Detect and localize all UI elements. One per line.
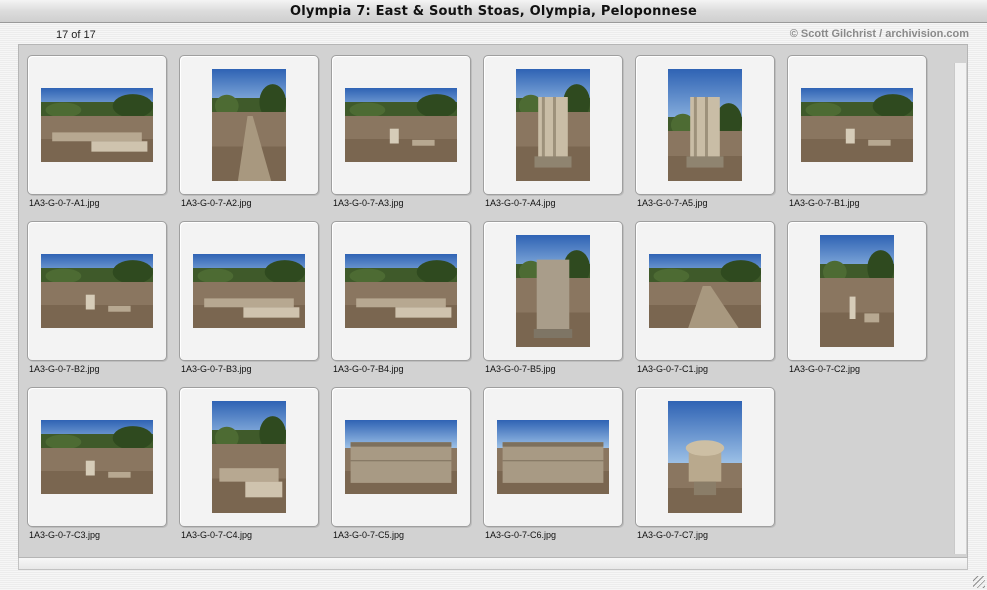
thumbnail-frame[interactable] — [179, 387, 319, 527]
thumbnail-item[interactable]: 1A3-G-0-7-A5.jpg — [629, 47, 781, 213]
thumbnail-item[interactable]: 1A3-G-0-7-C3.jpg — [21, 379, 173, 545]
thumbnail-panel: 1A3-G-0-7-A1.jpg 1A3-G-0-7-A2.jpg 1A3-G-0-… — [18, 44, 968, 558]
title-bar[interactable]: Olympia 7: East & South Stoas, Olympia, … — [0, 0, 987, 23]
thumbnail-image[interactable] — [820, 235, 894, 347]
thumbnail-filename: 1A3-G-0-7-C4.jpg — [181, 530, 253, 540]
thumbnail-image[interactable] — [516, 69, 590, 181]
thumbnail-item[interactable]: 1A3-G-0-7-B1.jpg — [781, 47, 933, 213]
thumbnail-item[interactable]: 1A3-G-0-7-B5.jpg — [477, 213, 629, 379]
thumbnail-frame[interactable] — [331, 221, 471, 361]
thumbnail-item[interactable]: 1A3-G-0-7-B3.jpg — [173, 213, 325, 379]
thumbnail-frame[interactable] — [483, 387, 623, 527]
thumbnail-filename: 1A3-G-0-7-A5.jpg — [637, 198, 708, 208]
thumbnail-item[interactable]: 1A3-G-0-7-A4.jpg — [477, 47, 629, 213]
thumbnail-frame[interactable] — [179, 55, 319, 195]
thumbnail-item[interactable]: 1A3-G-0-7-C1.jpg — [629, 213, 781, 379]
thumbnail-image[interactable] — [497, 420, 609, 494]
thumbnail-filename: 1A3-G-0-7-C5.jpg — [333, 530, 405, 540]
thumbnail-frame[interactable] — [27, 387, 167, 527]
thumbnail-frame[interactable] — [179, 221, 319, 361]
thumbnail-frame[interactable] — [483, 55, 623, 195]
thumbnail-image[interactable] — [41, 420, 153, 494]
window-title: Olympia 7: East & South Stoas, Olympia, … — [290, 4, 697, 19]
thumbnail-frame[interactable] — [483, 221, 623, 361]
image-counter: 17 of 17 — [56, 29, 96, 41]
copyright-notice: © Scott Gilchrist / archivision.com — [789, 28, 969, 40]
thumbnail-item[interactable]: 1A3-G-0-7-A1.jpg — [21, 47, 173, 213]
thumbnail-item[interactable]: 1A3-G-0-7-B4.jpg — [325, 213, 477, 379]
thumbnail-image[interactable] — [212, 401, 286, 513]
thumbnail-frame[interactable] — [331, 387, 471, 527]
thumbnail-item[interactable]: 1A3-G-0-7-A2.jpg — [173, 47, 325, 213]
thumbnail-image[interactable] — [212, 69, 286, 181]
thumbnail-frame[interactable] — [787, 221, 927, 361]
resize-grip-icon[interactable] — [973, 576, 985, 588]
thumbnail-item[interactable]: 1A3-G-0-7-C2.jpg — [781, 213, 933, 379]
thumbnail-frame[interactable] — [635, 387, 775, 527]
thumbnail-item[interactable]: 1A3-G-0-7-C4.jpg — [173, 379, 325, 545]
horizontal-scrollbar[interactable] — [18, 558, 968, 570]
thumbnail-frame[interactable] — [635, 55, 775, 195]
thumbnail-frame[interactable] — [27, 55, 167, 195]
thumbnail-image[interactable] — [516, 235, 590, 347]
thumbnail-filename: 1A3-G-0-7-B1.jpg — [789, 198, 860, 208]
thumbnail-filename: 1A3-G-0-7-C1.jpg — [637, 364, 709, 374]
thumbnail-image[interactable] — [345, 420, 457, 494]
browser-window: Olympia 7: East & South Stoas, Olympia, … — [0, 0, 987, 590]
thumbnail-item[interactable]: 1A3-G-0-7-C7.jpg — [629, 379, 781, 545]
thumbnail-frame[interactable] — [635, 221, 775, 361]
thumbnail-image[interactable] — [41, 88, 153, 162]
thumbnail-filename: 1A3-G-0-7-A3.jpg — [333, 198, 404, 208]
thumbnail-image[interactable] — [193, 254, 305, 328]
thumbnail-frame[interactable] — [331, 55, 471, 195]
thumbnail-filename: 1A3-G-0-7-B2.jpg — [29, 364, 100, 374]
thumbnail-filename: 1A3-G-0-7-A1.jpg — [29, 198, 100, 208]
thumbnail-filename: 1A3-G-0-7-A4.jpg — [485, 198, 556, 208]
thumbnail-filename: 1A3-G-0-7-B3.jpg — [181, 364, 252, 374]
thumbnail-image[interactable] — [345, 254, 457, 328]
thumbnail-filename: 1A3-G-0-7-C6.jpg — [485, 530, 557, 540]
thumbnail-item[interactable]: 1A3-G-0-7-A3.jpg — [325, 47, 477, 213]
vertical-scrollbar[interactable] — [954, 63, 966, 554]
thumbnail-item[interactable]: 1A3-G-0-7-B2.jpg — [21, 213, 173, 379]
thumbnail-image[interactable] — [649, 254, 761, 328]
thumbnail-image[interactable] — [801, 88, 913, 162]
thumbnail-filename: 1A3-G-0-7-A2.jpg — [181, 198, 252, 208]
thumbnail-image[interactable] — [668, 69, 742, 181]
thumbnail-image[interactable] — [668, 401, 742, 513]
thumbnail-filename: 1A3-G-0-7-B5.jpg — [485, 364, 556, 374]
thumbnail-item[interactable]: 1A3-G-0-7-C6.jpg — [477, 379, 629, 545]
thumbnail-filename: 1A3-G-0-7-C7.jpg — [637, 530, 709, 540]
thumbnail-frame[interactable] — [27, 221, 167, 361]
thumbnail-filename: 1A3-G-0-7-C3.jpg — [29, 530, 101, 540]
thumbnail-item[interactable]: 1A3-G-0-7-C5.jpg — [325, 379, 477, 545]
thumbnail-image[interactable] — [41, 254, 153, 328]
thumbnail-filename: 1A3-G-0-7-C2.jpg — [789, 364, 861, 374]
thumbnail-filename: 1A3-G-0-7-B4.jpg — [333, 364, 404, 374]
thumbnail-frame[interactable] — [787, 55, 927, 195]
thumbnail-image[interactable] — [345, 88, 457, 162]
